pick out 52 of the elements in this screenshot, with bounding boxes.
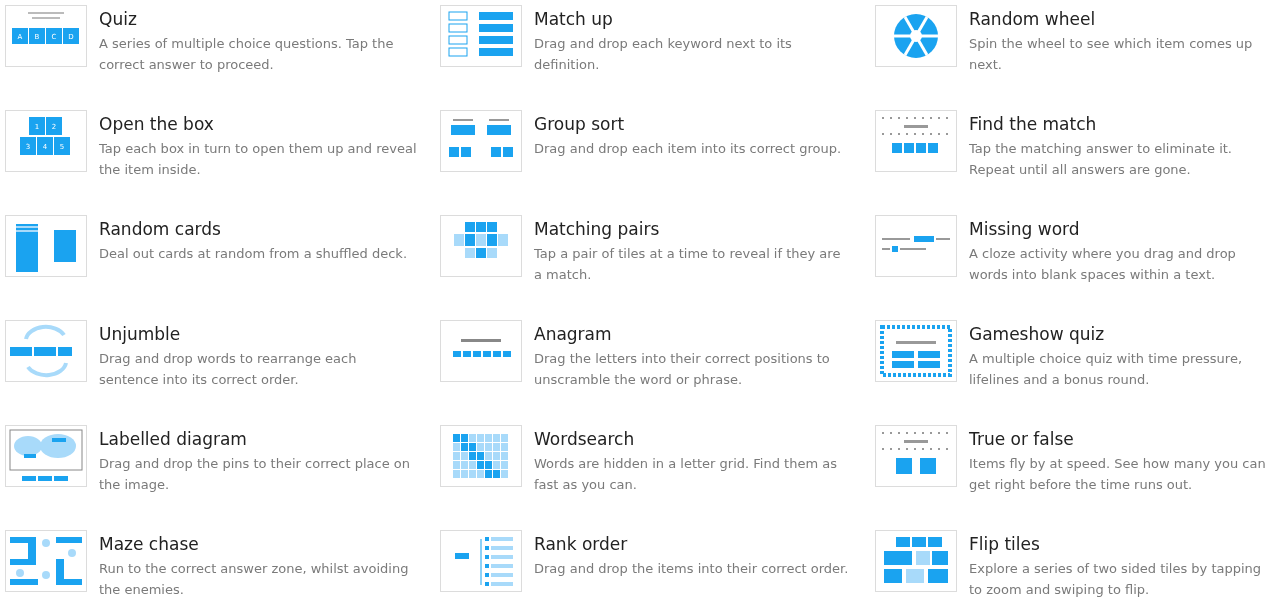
thumbnail-drawing[interactable] [875, 110, 957, 172]
template-description: Items fly by at speed. See how many you can get right before the time runs out. [969, 455, 1267, 494]
thumbnail-drawing[interactable] [5, 320, 87, 382]
template-description: Drag and drop each item into its correct group. [534, 140, 843, 158]
template-description: Drag the letters into their correct positions to unscramble the word or phrase. [534, 350, 831, 389]
template-title[interactable]: Find the match [969, 112, 1275, 136]
template-title[interactable]: Missing word [969, 217, 1275, 241]
template-title[interactable]: True or false [969, 427, 1275, 451]
template-description: Drag and drop the items into their correct order. [534, 560, 850, 578]
template-description: Drag and drop the pins to their correct place on the image. [99, 455, 411, 494]
template-description: Deal out cards at random from a shuffled deck. [99, 245, 409, 263]
template-description: Drag and drop words to rearrange each sentence into its correct order. [99, 350, 358, 389]
thumbnail-drawing[interactable] [875, 215, 957, 277]
template-description: Run to the correct answer zone, whilst avoiding the enemies. [99, 560, 410, 599]
thumbnail-drawing[interactable] [440, 530, 522, 592]
template-title[interactable]: Wordsearch [534, 427, 852, 451]
template-title[interactable]: Flip tiles [969, 532, 1275, 556]
thumbnail-drawing[interactable] [5, 215, 87, 277]
template-title[interactable]: Gameshow quiz [969, 322, 1275, 346]
template-title[interactable]: Rank order [534, 532, 852, 556]
thumbnail-drawing[interactable] [5, 425, 87, 487]
template-description: Words are hidden in a letter grid. Find them as fast as you can. [534, 455, 838, 494]
thumbnail-drawing[interactable] [875, 425, 957, 487]
template-description: Tap each box in turn to open them up and reveal the item inside. [99, 140, 417, 179]
template-description: Spin the wheel to see which item comes up next. [969, 35, 1254, 74]
template-title[interactable]: Quiz [99, 7, 417, 31]
template-title[interactable]: Labelled diagram [99, 427, 417, 451]
template-title[interactable]: Group sort [534, 112, 852, 136]
thumbnail-drawing[interactable] [875, 320, 957, 382]
template-title[interactable]: Random cards [99, 217, 417, 241]
thumbnail-drawing[interactable] [440, 110, 522, 172]
thumbnail-drawing[interactable] [5, 530, 87, 592]
thumbnail-drawing[interactable] [440, 320, 522, 382]
template-description: Explore a series of two sided tiles by tapping to zoom and swiping to flip. [969, 560, 1263, 599]
template-description: Drag and drop each keyword next to its definition. [534, 35, 793, 74]
thumbnail-drawing[interactable] [440, 425, 522, 487]
template-description: A series of multiple choice questions. Tap the correct answer to proceed. [99, 35, 395, 74]
template-description: A cloze activity where you drag and drop words into blank spaces within a text. [969, 245, 1237, 284]
template-description: A multiple choice quiz with time pressure, lifelines and a bonus round. [969, 350, 1244, 389]
template-title[interactable]: Matching pairs [534, 217, 852, 241]
thumbnail-drawing[interactable] [875, 5, 957, 67]
thumbnail-drawing[interactable] [875, 530, 957, 592]
template-title[interactable]: Random wheel [969, 7, 1275, 31]
thumbnail-drawing[interactable] [440, 215, 522, 277]
template-title[interactable]: Match up [534, 7, 852, 31]
template-title[interactable]: Maze chase [99, 532, 417, 556]
template-title[interactable]: Open the box [99, 112, 417, 136]
template-title[interactable]: Anagram [534, 322, 852, 346]
template-description: Tap a pair of tiles at a time to reveal if they are a match. [534, 245, 842, 284]
template-title[interactable]: Unjumble [99, 322, 417, 346]
template-description: Tap the matching answer to eliminate it. Repeat until all answers are gone. [969, 140, 1233, 179]
thumbnail-drawing[interactable] [440, 5, 522, 67]
